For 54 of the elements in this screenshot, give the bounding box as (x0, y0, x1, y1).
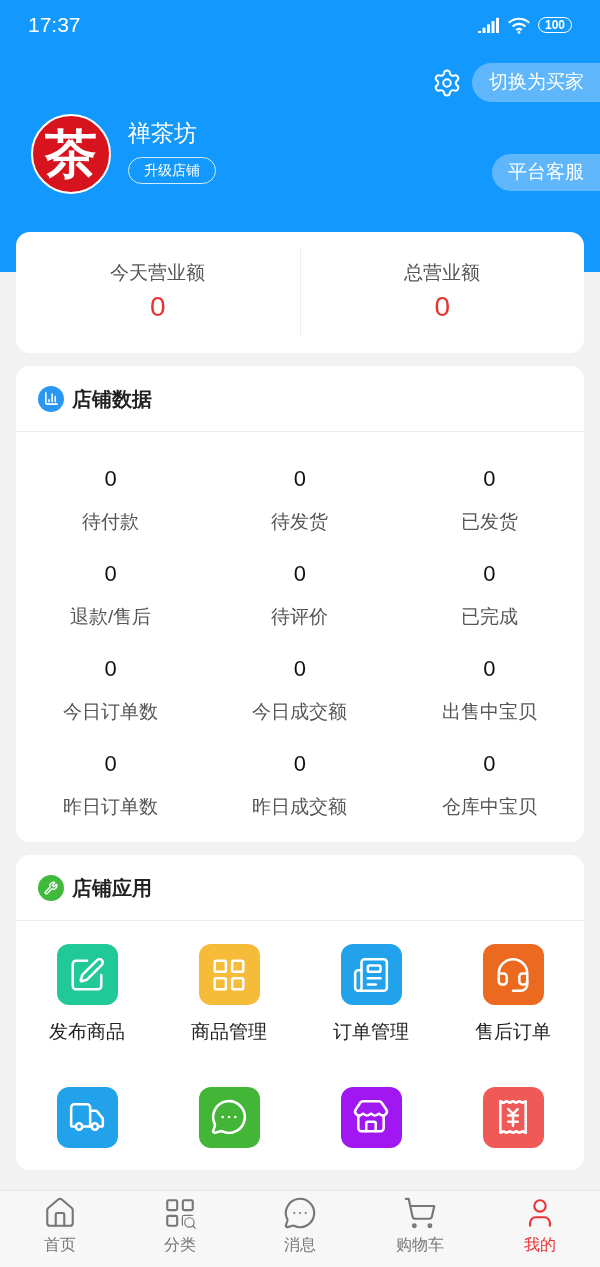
wifi-icon (507, 16, 530, 34)
stat-value: 0 (104, 465, 117, 493)
tab-item[interactable]: 购物车 (360, 1191, 480, 1267)
tab-item[interactable]: 消息 (240, 1191, 360, 1267)
revenue-label: 总营业额 (404, 261, 481, 286)
tab-item[interactable]: 分类 (120, 1191, 240, 1267)
section-title: 店铺数据 (72, 386, 152, 412)
chart-icon (38, 385, 64, 412)
stat-label: 出售中宝贝 (441, 700, 537, 724)
settings-icon[interactable] (432, 67, 462, 98)
wrench-icon (38, 874, 64, 901)
signal-icon (477, 17, 500, 33)
app-item[interactable]: 商品管理 (158, 944, 300, 1047)
home-icon (43, 1196, 77, 1230)
stat-label: 今日订单数 (63, 700, 159, 724)
category-icon (163, 1196, 197, 1230)
app-label: 订单管理 (333, 1020, 409, 1044)
stat-value: 0 (104, 655, 117, 683)
stat-value: 0 (104, 750, 117, 778)
app-label: 发布商品 (49, 1020, 125, 1044)
stat-value: 0 (293, 560, 307, 588)
revenue-value: 0 (434, 289, 451, 324)
stat-label: 已发货 (460, 510, 518, 534)
revenue-label: 今天营业额 (110, 261, 206, 286)
revenue-value: 0 (149, 289, 166, 324)
tab-item[interactable]: 我的 (480, 1191, 600, 1267)
app-label: 售后订单 (475, 1020, 551, 1044)
app-item[interactable]: 发布商品 (16, 944, 158, 1047)
cart-icon (403, 1196, 437, 1230)
stat-value: 0 (293, 465, 307, 493)
stat-value: 0 (293, 750, 307, 778)
stat-label: 已完成 (460, 605, 518, 629)
stat-label: 待评价 (271, 605, 329, 629)
message-icon (283, 1196, 317, 1230)
app-item[interactable]: 售后订单 (442, 944, 584, 1047)
stat-label: 待发货 (271, 510, 329, 534)
stat-label: 昨日成交额 (252, 795, 348, 819)
stat-value: 0 (483, 560, 496, 588)
section-title: 店铺应用 (72, 875, 152, 901)
stat-value: 0 (483, 465, 496, 493)
status-time: 17:37 (28, 12, 81, 39)
stat-label: 昨日订单数 (63, 795, 159, 819)
app-item[interactable]: 订单管理 (300, 944, 442, 1047)
tab-item[interactable]: 首页 (0, 1191, 120, 1267)
stat-value: 0 (483, 655, 496, 683)
stat-label: 今日成交额 (252, 700, 348, 724)
stat-value: 0 (104, 560, 117, 588)
stat-label: 退款/售后 (70, 605, 152, 629)
stat-label: 待付款 (82, 510, 140, 534)
stat-label: 仓库中宝贝 (441, 795, 537, 819)
app-label: 商品管理 (191, 1020, 267, 1044)
stat-value: 0 (483, 750, 496, 778)
shop-name: 禅茶坊 (128, 119, 197, 148)
stat-value: 0 (293, 655, 307, 683)
